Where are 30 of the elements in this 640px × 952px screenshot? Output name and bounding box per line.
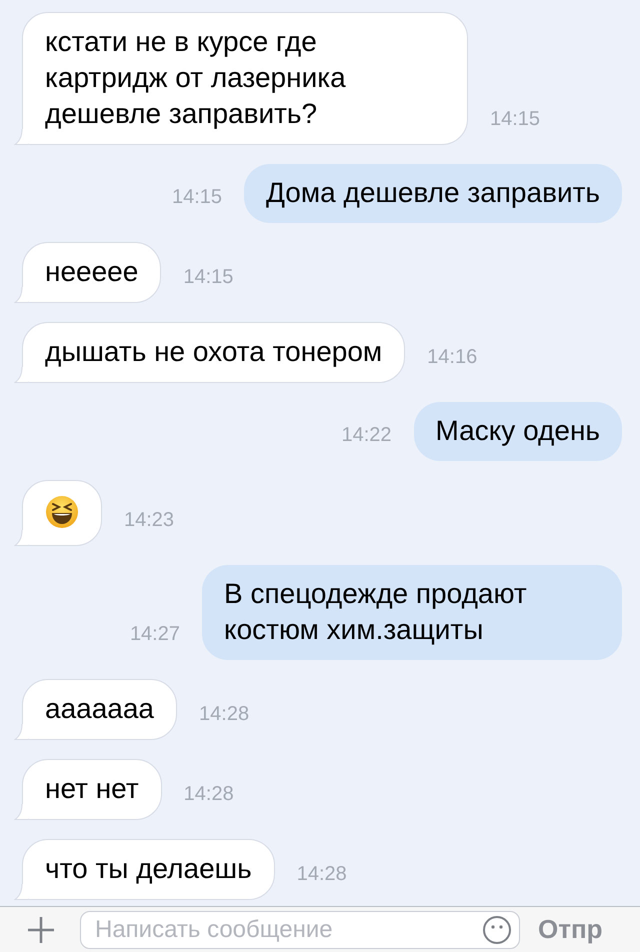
message-time: 14:28 (199, 703, 250, 727)
message-bubble: Дома дешевле заправить (244, 164, 622, 223)
message-time: 14:15 (183, 266, 234, 290)
send-button[interactable]: Отпр (534, 914, 607, 945)
message-bubble: В спецодежде продают костюм хим.защиты (202, 565, 622, 660)
bubble-tail (14, 724, 28, 740)
bubble-tail (14, 884, 28, 900)
message-bubble: Маску одень (414, 402, 622, 461)
bubble-tail (14, 804, 28, 820)
message-time: 14:28 (184, 783, 234, 807)
message-time: 14:15 (490, 108, 540, 132)
message-time: 14:15 (172, 186, 222, 210)
bubble-tail (14, 129, 28, 145)
message-time: 14:16 (427, 346, 478, 370)
message-input[interactable]: Написать сообщение (80, 910, 520, 948)
message-time: 14:28 (296, 863, 347, 887)
message-bubble: нет нет (22, 759, 162, 820)
bubble-tail (14, 287, 28, 303)
laughing-face-icon (45, 495, 79, 529)
message-time: 14:27 (130, 623, 180, 647)
message-bubble: ааааааа (22, 679, 178, 740)
message-time: 14:23 (124, 509, 174, 533)
message-bubble: что ты делаешь (22, 839, 275, 900)
message-bubble: кстати не в курсе где картридж от лазерника дешевле заправить? (22, 12, 468, 145)
plus-icon[interactable] (26, 914, 56, 944)
bubble-tail (14, 367, 28, 383)
message-bubble: дышать не охота тонером (22, 322, 406, 383)
smiley-icon[interactable] (482, 914, 512, 944)
message-bubble: неееее (22, 242, 162, 303)
message-time: 14:22 (341, 424, 392, 448)
